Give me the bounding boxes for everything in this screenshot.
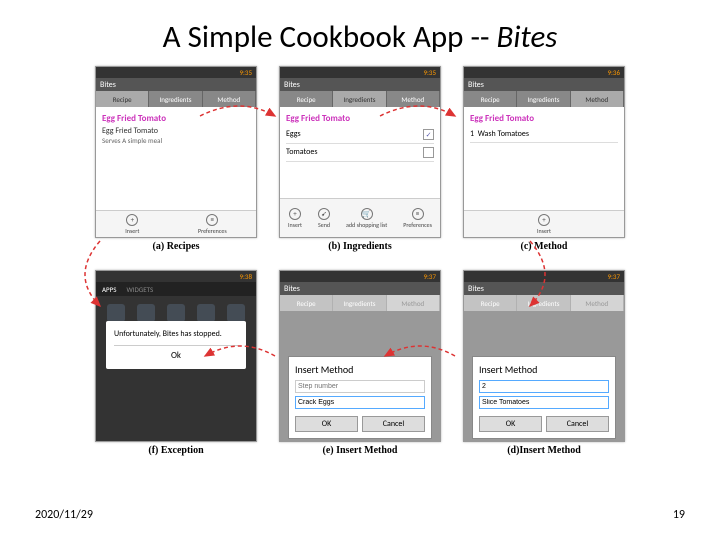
footer-page: 19 <box>673 508 685 522</box>
tab-ingredients[interactable]: Ingredients <box>149 91 202 107</box>
tab-recipe[interactable]: Recipe <box>464 91 517 107</box>
tab-ingredients[interactable]: Ingredients <box>517 91 570 107</box>
cancel-button[interactable]: Cancel <box>362 416 425 432</box>
caption-e: (e) Insert Method <box>279 445 441 456</box>
caption-c: (c) Method <box>463 241 625 252</box>
recipe-title: Egg Fried Tomato <box>102 113 250 124</box>
caption-b: (b) Ingredients <box>279 241 441 252</box>
shopping-button[interactable]: 🛒add shopping list <box>346 208 387 229</box>
tab-recipe[interactable]: Recipe <box>280 91 333 107</box>
checkbox-icon: ✓ <box>423 129 434 140</box>
step-number-input[interactable] <box>479 380 609 393</box>
footer-date: 2020/11/29 <box>35 508 93 522</box>
tab-method[interactable]: Method <box>571 91 624 107</box>
status-time: 9:35 <box>239 68 252 77</box>
ingredient-row[interactable]: Tomatoes <box>286 144 434 162</box>
insert-method-dialog: Insert Method OK Cancel <box>288 356 432 439</box>
phone-d-insert: 9:37 Bites Recipe Ingredients Method Ins… <box>463 270 625 442</box>
ok-button[interactable]: Ok <box>114 345 238 361</box>
phone-e-insert: 9:37 Bites Recipe Ingredients Method Ins… <box>279 270 441 442</box>
step-text-input[interactable] <box>295 396 425 409</box>
tab-ingredients[interactable]: Ingredients <box>333 91 386 107</box>
ingredient-row[interactable]: Eggs✓ <box>286 126 434 144</box>
phone-b-ingredients: 9:35 Bites Recipe Ingredients Method Egg… <box>279 66 441 238</box>
insert-button[interactable]: +Insert <box>288 208 302 229</box>
tab-recipe[interactable]: Recipe <box>96 91 149 107</box>
caption-d: (d)Insert Method <box>463 445 625 456</box>
tab-method[interactable]: Method <box>203 91 256 107</box>
app-title: Bites <box>96 78 256 91</box>
slide-title: A Simple Cookbook App -- Bites <box>0 0 720 66</box>
checkbox-icon <box>423 147 434 158</box>
insert-button[interactable]: +Insert <box>125 214 139 235</box>
cancel-button[interactable]: Cancel <box>546 416 609 432</box>
phone-c-method: 9:36 Bites Recipe Ingredients Method Egg… <box>463 66 625 238</box>
send-button[interactable]: ➹Send <box>318 208 330 229</box>
error-dialog: Unfortunately, Bites has stopped. Ok <box>106 321 246 369</box>
caption-a: (a) Recipes <box>95 241 257 252</box>
step-number-input[interactable] <box>295 380 425 393</box>
caption-f: (f) Exception <box>95 445 257 456</box>
recipe-desc: Serves A simple meal <box>102 136 250 145</box>
phone-f-exception: 9:38 APPSWIDGETS Unfortunately, Bites ha… <box>95 270 257 442</box>
prefs-button[interactable]: ≡Preferences <box>198 214 227 235</box>
screenshot-grid: 9:35 Bites Recipe Ingredients Method Egg… <box>0 66 720 456</box>
tab-bar: Recipe Ingredients Method <box>96 91 256 107</box>
prefs-button[interactable]: ≡Preferences <box>403 208 432 229</box>
method-step: 1 Wash Tomatoes <box>470 126 618 143</box>
tab-method[interactable]: Method <box>387 91 440 107</box>
ok-button[interactable]: OK <box>479 416 542 432</box>
ok-button[interactable]: OK <box>295 416 358 432</box>
step-text-input[interactable] <box>479 396 609 409</box>
insert-button[interactable]: +Insert <box>537 214 551 235</box>
phone-a-recipes: 9:35 Bites Recipe Ingredients Method Egg… <box>95 66 257 238</box>
insert-method-dialog: Insert Method OK Cancel <box>472 356 616 439</box>
